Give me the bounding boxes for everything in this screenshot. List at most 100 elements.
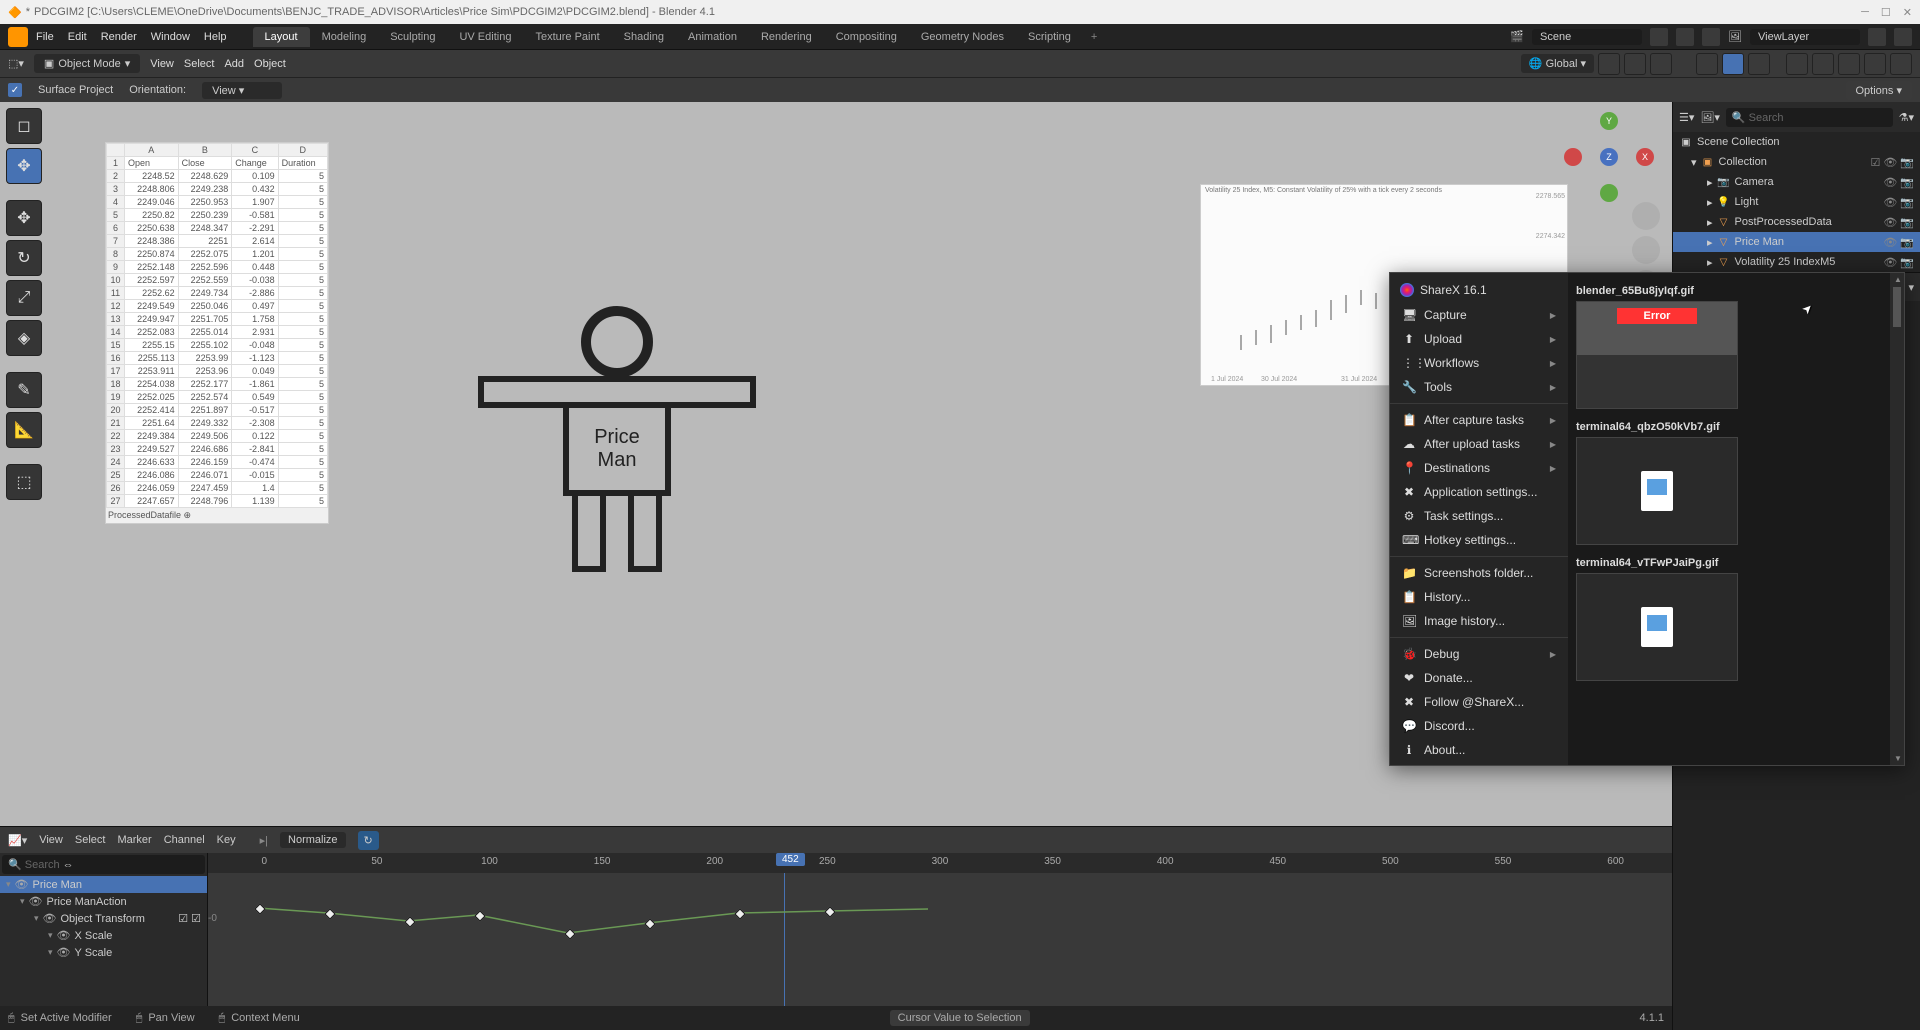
render-menu[interactable]: Render [101,31,137,43]
zoom-icon[interactable] [1632,202,1660,230]
orientation-select[interactable]: View ▾ [202,82,282,99]
sharex-menu-item[interactable]: ❤Donate... [1390,666,1568,690]
expand-icon[interactable]: ▾ [20,896,25,907]
shading-solid-icon[interactable] [1838,53,1860,75]
move-tool[interactable]: ✥ [6,200,42,236]
sharex-menu-item[interactable]: 📁Screenshots folder... [1390,561,1568,585]
expand-icon[interactable]: ▸ [1707,236,1713,249]
y-axis-neg[interactable] [1600,184,1618,202]
sharex-menu-item[interactable]: 📍Destinations▶ [1390,456,1568,480]
sharex-file-item[interactable]: terminal64_vTFwPJaiPg.gif [1576,553,1896,681]
minimize-button[interactable]: ─ [1861,6,1869,19]
expand-icon[interactable]: ▾ [48,930,53,941]
sharex-menu-item[interactable]: 📋History... [1390,585,1568,609]
scene-new-icon[interactable] [1676,28,1694,46]
select-box-tool[interactable]: ◻ [6,108,42,144]
transform-tool[interactable]: ◈ [6,320,42,356]
xray-icon[interactable] [1786,53,1808,75]
sharex-menu-item[interactable]: ✖Follow @ShareX... [1390,690,1568,714]
outliner-item[interactable]: ▸▽PostProcessedData👁📷 [1673,212,1920,232]
expand-icon[interactable]: ▾ [34,913,39,924]
x-axis-neg[interactable] [1564,148,1582,166]
gizmo-toggle-icon[interactable] [1722,53,1744,75]
sharex-menu-item[interactable]: 🖥Capture▶ [1390,303,1568,327]
viewlayer-del-icon[interactable] [1894,28,1912,46]
scene-del-icon[interactable] [1702,28,1720,46]
workspace-tab-texture-paint[interactable]: Texture Paint [523,27,611,47]
sharex-scrollbar[interactable]: ▲ ▼ [1890,273,1904,765]
options-dropdown[interactable]: Options ▾ [1846,81,1913,100]
scene-pin-icon[interactable] [1650,28,1668,46]
overlays-icon[interactable] [1748,53,1770,75]
surface-project-checkbox[interactable]: ✓ [8,83,22,97]
outliner-item[interactable]: ▸💡Light👁📷 [1673,192,1920,212]
annotate-tool[interactable]: ✎ [6,372,42,408]
workspace-tab-animation[interactable]: Animation [676,27,749,47]
display-mode-icon[interactable]: 🖼▾ [1700,111,1720,124]
file-menu[interactable]: File [36,31,54,43]
current-frame-indicator[interactable]: 452 [776,853,805,866]
sharex-menu-item[interactable]: ℹAbout... [1390,738,1568,762]
sharex-menu-item[interactable]: 🐞Debug▶ [1390,642,1568,666]
tl-marker-menu[interactable]: Marker [117,834,151,846]
visibility-icon[interactable]: 👁 [43,912,57,925]
price-man-object[interactable]: Price Man [478,306,756,572]
workspace-tab-shading[interactable]: Shading [612,27,676,47]
workspace-tab-scripting[interactable]: Scripting [1016,27,1083,47]
snap-icon[interactable] [1624,53,1646,75]
viewlayer-new-icon[interactable] [1868,28,1886,46]
workspace-tab-modeling[interactable]: Modeling [310,27,379,47]
outliner-item[interactable]: ▸▽Volatility 25 IndexM5👁📷 [1673,252,1920,272]
expand-icon[interactable]: ▸ [1707,216,1713,229]
help-menu[interactable]: Help [204,31,227,43]
workspace-tab-uv-editing[interactable]: UV Editing [447,27,523,47]
pan-icon[interactable] [1632,236,1660,264]
outliner-item[interactable]: ▸▽Price Man👁📷 [1673,232,1920,252]
visibility-icon[interactable]: 👁 [57,929,71,942]
orientation-gizmo[interactable]: X Y Z [1564,112,1654,202]
channel-item[interactable]: ▾👁X Scale [0,927,207,944]
channel-item[interactable]: ▾👁Y Scale [0,944,207,961]
sharex-menu-item[interactable]: 📋After capture tasks▶ [1390,408,1568,432]
outliner-item[interactable]: ▸📷Camera👁📷 [1673,172,1920,192]
viewlayer-selector[interactable]: ViewLayer [1750,29,1860,45]
edit-menu[interactable]: Edit [68,31,87,43]
y-axis-pos[interactable]: Y [1600,112,1618,130]
visibility-icon[interactable]: 👁 [57,946,71,959]
shading-matprev-icon[interactable] [1864,53,1886,75]
maximize-button[interactable]: ☐ [1881,6,1891,19]
tl-key-menu[interactable]: Key [217,834,236,846]
z-axis[interactable]: Z [1600,148,1618,166]
view-menu[interactable]: View [150,58,174,70]
expand-icon[interactable]: ▸ [1707,176,1713,189]
collection-item[interactable]: ▾ ▣ Collection ☑👁📷 [1673,152,1920,172]
workspace-tab-rendering[interactable]: Rendering [749,27,824,47]
rotate-tool[interactable]: ↻ [6,240,42,276]
sharex-menu-item[interactable]: ☁After upload tasks▶ [1390,432,1568,456]
visibility-icon[interactable] [1696,53,1718,75]
sharex-menu-item[interactable]: 💬Discord... [1390,714,1568,738]
pivot-icon[interactable] [1598,53,1620,75]
expand-icon[interactable]: ▸ [1707,196,1713,209]
cursor-value-button[interactable]: Cursor Value to Selection [890,1010,1030,1026]
expand-icon[interactable]: ▾ [1691,156,1697,169]
sharex-menu-item[interactable]: ⋮⋮Workflows▶ [1390,351,1568,375]
scale-tool[interactable]: ⤢ [6,280,42,316]
window-menu[interactable]: Window [151,31,190,43]
normalize-button[interactable]: Normalize [280,832,346,848]
visibility-icon[interactable]: 👁 [15,878,29,891]
channel-search[interactable]: 🔍 Search ⇔ [2,855,205,874]
shading-wire-icon[interactable] [1812,53,1834,75]
expand-icon[interactable]: ▸ [1707,256,1713,269]
scene-collection-item[interactable]: ▣ Scene Collection [1673,132,1920,152]
sharex-file-item[interactable]: blender_65Bu8jyIqf.gifError [1576,281,1896,409]
scene-selector[interactable]: Scene [1532,29,1642,45]
workspace-tab-sculpting[interactable]: Sculpting [378,27,447,47]
cursor-tool[interactable]: ✥ [6,148,42,184]
select-menu[interactable]: Select [184,58,215,70]
measure-tool[interactable]: 📐 [6,412,42,448]
sharex-file-item[interactable]: terminal64_qbzO50kVb7.gif [1576,417,1896,545]
mode-selector[interactable]: ▣ Object Mode ▾ [34,54,140,73]
workspace-tab-layout[interactable]: Layout [253,27,310,47]
tl-view-menu[interactable]: View [39,834,63,846]
